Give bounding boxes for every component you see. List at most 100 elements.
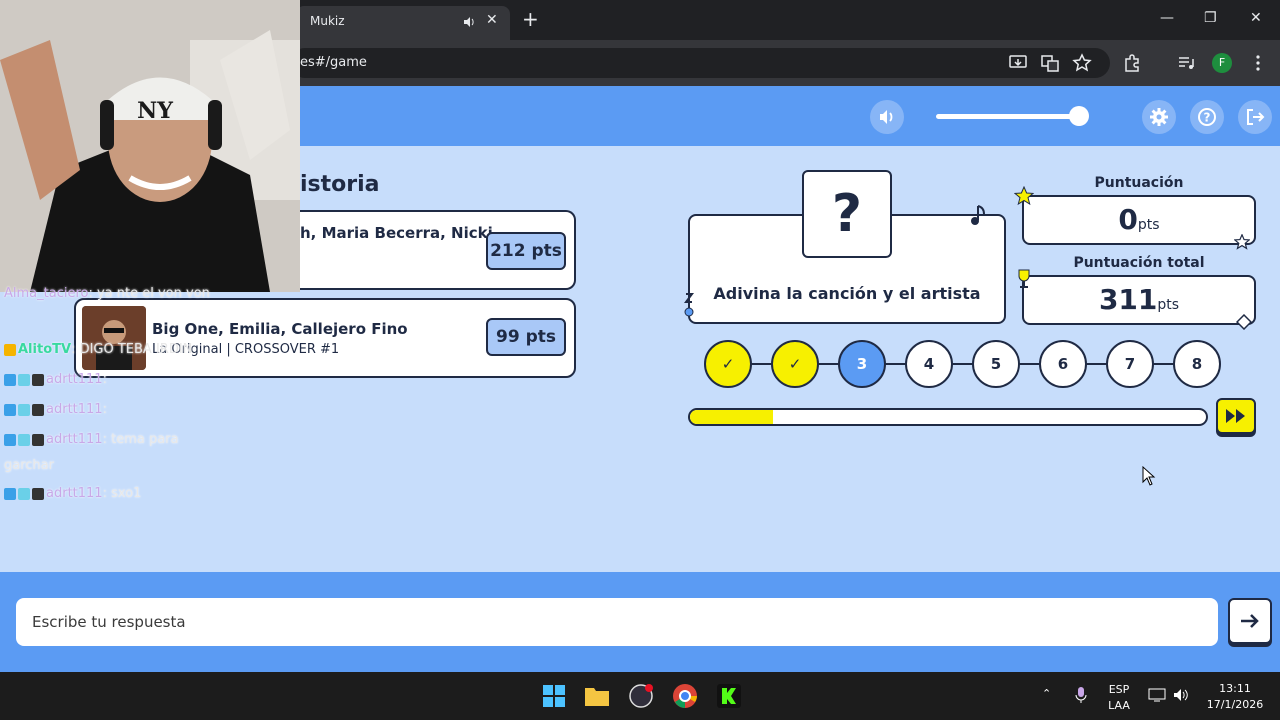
history-item-points: 212 pts xyxy=(486,232,566,270)
menu-dots-icon[interactable] xyxy=(1248,53,1268,73)
volume-slider-knob[interactable] xyxy=(1069,106,1089,126)
chat-username: adrtt111 xyxy=(46,372,103,387)
clock-date[interactable]: 17/1/2026 xyxy=(1200,698,1270,711)
round-step-current: 3 xyxy=(838,340,886,388)
chat-username: Alma_taciero xyxy=(4,286,89,301)
logout-button[interactable] xyxy=(1238,100,1272,134)
history-item: Big One, Emilia, Callejero Fino La Origi… xyxy=(74,298,576,378)
chat-text: : DIGO TEBA IRDIN xyxy=(71,342,193,357)
svg-text:NY: NY xyxy=(137,98,173,124)
tray-chevron-icon[interactable]: ⌃ xyxy=(1042,687,1051,700)
round-step-done: ✓ xyxy=(704,340,752,388)
url-text: es#/game xyxy=(300,55,367,70)
settings-button[interactable] xyxy=(1142,100,1176,134)
install-app-icon[interactable] xyxy=(1008,53,1028,73)
sub-badge-icon xyxy=(18,373,30,386)
answer-input[interactable] xyxy=(16,598,1218,646)
chat-text: : xyxy=(102,402,107,417)
windows-start-icon[interactable] xyxy=(540,682,568,710)
minimize-icon[interactable]: — xyxy=(1160,10,1174,26)
send-answer-button[interactable] xyxy=(1228,598,1272,644)
extensions-icon[interactable] xyxy=(1122,53,1142,73)
score-box: 0pts xyxy=(1022,195,1256,245)
translate-icon[interactable] xyxy=(1040,53,1060,73)
round-step-done: ✓ xyxy=(771,340,819,388)
new-tab-button[interactable]: + xyxy=(522,9,539,29)
bookmark-star-icon[interactable] xyxy=(1072,53,1092,73)
help-button[interactable]: ? xyxy=(1190,100,1224,134)
sub-badge-icon xyxy=(18,433,30,446)
album-thumbnail xyxy=(82,306,146,370)
file-explorer-icon[interactable] xyxy=(583,682,611,710)
prime-badge-icon xyxy=(32,403,44,416)
music-note-icon xyxy=(971,205,985,225)
close-tab-icon[interactable]: ✕ xyxy=(486,12,498,28)
chat-text: : xyxy=(102,372,107,387)
prime-badge-icon xyxy=(32,433,44,446)
round-step: 6 xyxy=(1039,340,1087,388)
prime-badge-icon xyxy=(32,373,44,386)
total-score-box: 311pts xyxy=(1022,275,1256,325)
total-score-value: 311 xyxy=(1098,283,1158,316)
svg-text:?: ? xyxy=(1204,111,1211,125)
keyboard-language[interactable]: ESP xyxy=(1104,683,1134,696)
sword-badge-icon xyxy=(4,487,16,500)
chat-text: garchar xyxy=(4,458,54,473)
prime-badge-icon xyxy=(32,487,44,500)
chat-message: adrtt111: xyxy=(4,402,107,417)
chat-text: : tema para xyxy=(102,432,179,447)
trophy-icon xyxy=(1018,269,1030,288)
star-outline-icon xyxy=(1234,234,1250,250)
clock-time[interactable]: 13:11 xyxy=(1200,682,1270,695)
crown-badge-icon xyxy=(4,343,16,356)
volume-icon[interactable] xyxy=(1172,687,1190,703)
score-label: Puntuación xyxy=(1094,175,1184,191)
profile-avatar[interactable]: F xyxy=(1212,53,1232,73)
sub-badge-icon xyxy=(18,403,30,416)
sub-badge-icon xyxy=(18,487,30,500)
kick-icon[interactable] xyxy=(715,682,743,710)
total-score-unit: pts xyxy=(1157,297,1180,313)
sword-badge-icon xyxy=(4,403,16,416)
close-window-icon[interactable]: ✕ xyxy=(1250,10,1262,26)
restore-icon[interactable]: ❐ xyxy=(1204,10,1217,26)
chat-text: : ya nte el von von xyxy=(88,286,210,301)
total-score-label: Puntuación total xyxy=(1073,255,1205,271)
round-step: 4 xyxy=(905,340,953,388)
sword-badge-icon xyxy=(4,373,16,386)
tab-title: Mukiz xyxy=(310,14,345,28)
chat-username: AlitoTV xyxy=(18,342,72,357)
history-item-name: Big One, Emilia, Callejero Fino xyxy=(152,320,408,338)
answer-bar xyxy=(0,572,1280,672)
skip-button[interactable] xyxy=(1216,398,1256,434)
song-timer-bar xyxy=(688,408,1208,426)
history-item-name: h, Maria Becerra, Nicki xyxy=(300,224,493,242)
keyboard-layout[interactable]: LAA xyxy=(1104,699,1134,712)
chrome-icon[interactable] xyxy=(671,682,699,710)
guess-prompt: Adivina la canción y el artista xyxy=(713,284,981,303)
speaker-icon[interactable] xyxy=(462,14,476,28)
chat-message: AlitoTV: DIGO TEBA IRDIN xyxy=(4,342,192,357)
sword-badge-icon xyxy=(4,433,16,446)
star-icon xyxy=(1014,186,1034,206)
browser-tab[interactable]: Mukiz ✕ xyxy=(296,6,510,40)
network-icon[interactable] xyxy=(1148,687,1166,703)
chat-text: : sxo1 xyxy=(102,486,142,501)
webcam-overlay: NY xyxy=(0,0,300,292)
chat-username: adrtt111 xyxy=(46,402,103,417)
score-unit: pts xyxy=(1137,217,1160,233)
microphone-icon[interactable] xyxy=(1074,686,1088,704)
score-value: 0 xyxy=(1118,203,1138,236)
windows-taskbar: ⌃ ESP LAA 13:11 17/1/2026 xyxy=(0,672,1280,720)
address-bar[interactable]: es#/game xyxy=(290,48,1110,78)
volume-slider[interactable] xyxy=(936,114,1080,119)
obs-icon[interactable] xyxy=(627,682,655,710)
mystery-song-box: ? xyxy=(802,170,892,258)
mute-button[interactable] xyxy=(870,100,904,134)
media-control-icon[interactable] xyxy=(1176,53,1196,73)
history-item-points: 99 pts xyxy=(486,318,566,356)
round-step: 5 xyxy=(972,340,1020,388)
chat-message: adrtt111: xyxy=(4,372,107,387)
song-timer-fill xyxy=(690,410,773,424)
chat-username: adrtt111 xyxy=(46,432,103,447)
